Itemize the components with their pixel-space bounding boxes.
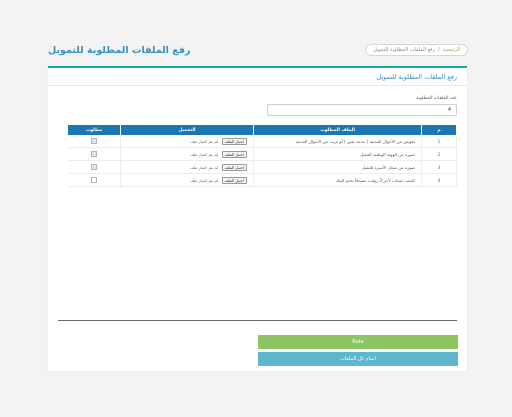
done-button[interactable]: Rate [258, 335, 458, 349]
required-checkbox [91, 150, 97, 157]
header-file: الملف المطلوب [253, 125, 422, 135]
row-upload-cell: اختيار الملف لم يتم اختيار ملف [120, 173, 254, 187]
choose-file-button[interactable]: اختيار الملف [221, 176, 247, 184]
table-header-row: م الملف المطلوب التحميل مطلوب [68, 125, 457, 135]
required-checkbox [91, 137, 97, 144]
file-status: لم يتم اختيار ملف [190, 151, 219, 157]
breadcrumb-current: رفع الملفات المطلوبة للتمويل [373, 47, 436, 53]
breadcrumb-separator: / [438, 47, 440, 53]
divider [58, 320, 457, 321]
row-file-name: صورة من سجل الأسرة للعميل [253, 160, 422, 174]
header-num: م [421, 125, 457, 135]
files-count-label: عدد الملفات المطلوبة [416, 96, 457, 101]
row-num: 2 [421, 147, 457, 161]
table-row: 1 تفويض من الأحوال المدنية ( خدمة يقين )… [68, 135, 457, 148]
file-status: لم يتم اختيار ملف [190, 177, 219, 183]
page-header: الرئيسية / رفع الملفات المطلوبة للتمويل … [48, 36, 468, 64]
header-upload: التحميل [120, 125, 254, 135]
row-file-name: تفويض من الأحوال المدنية ( خدمة يقين ) أ… [253, 135, 422, 148]
required-checkbox [91, 163, 97, 170]
files-table: م الملف المطلوب التحميل مطلوب 1 تفويض من… [68, 125, 457, 187]
row-required-cell [68, 173, 121, 187]
page-title: رفع الملفات المطلوبة للتمويل [48, 44, 191, 56]
row-num: 3 [421, 160, 457, 174]
table-row: 4 كشف حساب لآخر 3 رواتب مصدقاً بختم البن… [68, 173, 457, 187]
file-status: لم يتم اختيار ملف [190, 164, 219, 170]
choose-file-button[interactable]: اختيار الملف [221, 137, 247, 145]
table-row: 3 صورة من سجل الأسرة للعميل اختيار الملف… [68, 160, 457, 174]
row-upload-cell: اختيار الملف لم يتم اختيار ملف [120, 135, 254, 148]
row-required-cell [68, 147, 121, 161]
card-header: رفع الملفات المطلوبة للتمويل [48, 68, 467, 86]
header-required: مطلوب [68, 125, 121, 135]
row-required-cell [68, 160, 121, 174]
row-num: 4 [421, 173, 457, 187]
card-title: رفع الملفات المطلوبة للتمويل [376, 72, 457, 81]
row-upload-cell: اختيار الملف لم يتم اختيار ملف [120, 160, 254, 174]
required-checkbox [91, 176, 97, 183]
file-status: لم يتم اختيار ملف [190, 138, 219, 144]
table-row: 2 صورة من الهوية الوطنية للعميل اختيار ا… [68, 147, 457, 161]
row-upload-cell: اختيار الملف لم يتم اختيار ملف [120, 147, 254, 161]
upload-card: رفع الملفات المطلوبة للتمويل عدد الملفات… [48, 66, 467, 371]
files-count-field[interactable]: 4 [267, 104, 457, 116]
row-file-name: كشف حساب لآخر 3 رواتب مصدقاً بختم البنك [253, 173, 422, 187]
row-num: 1 [421, 135, 457, 148]
row-required-cell [68, 135, 121, 148]
complete-files-button[interactable]: اتمام كل الملفات [258, 352, 458, 366]
choose-file-button[interactable]: اختيار الملف [221, 150, 247, 158]
breadcrumb-home[interactable]: الرئيسية [443, 47, 460, 53]
breadcrumb: الرئيسية / رفع الملفات المطلوبة للتمويل [365, 44, 468, 56]
row-file-name: صورة من الهوية الوطنية للعميل [253, 147, 422, 161]
choose-file-button[interactable]: اختيار الملف [221, 163, 247, 171]
